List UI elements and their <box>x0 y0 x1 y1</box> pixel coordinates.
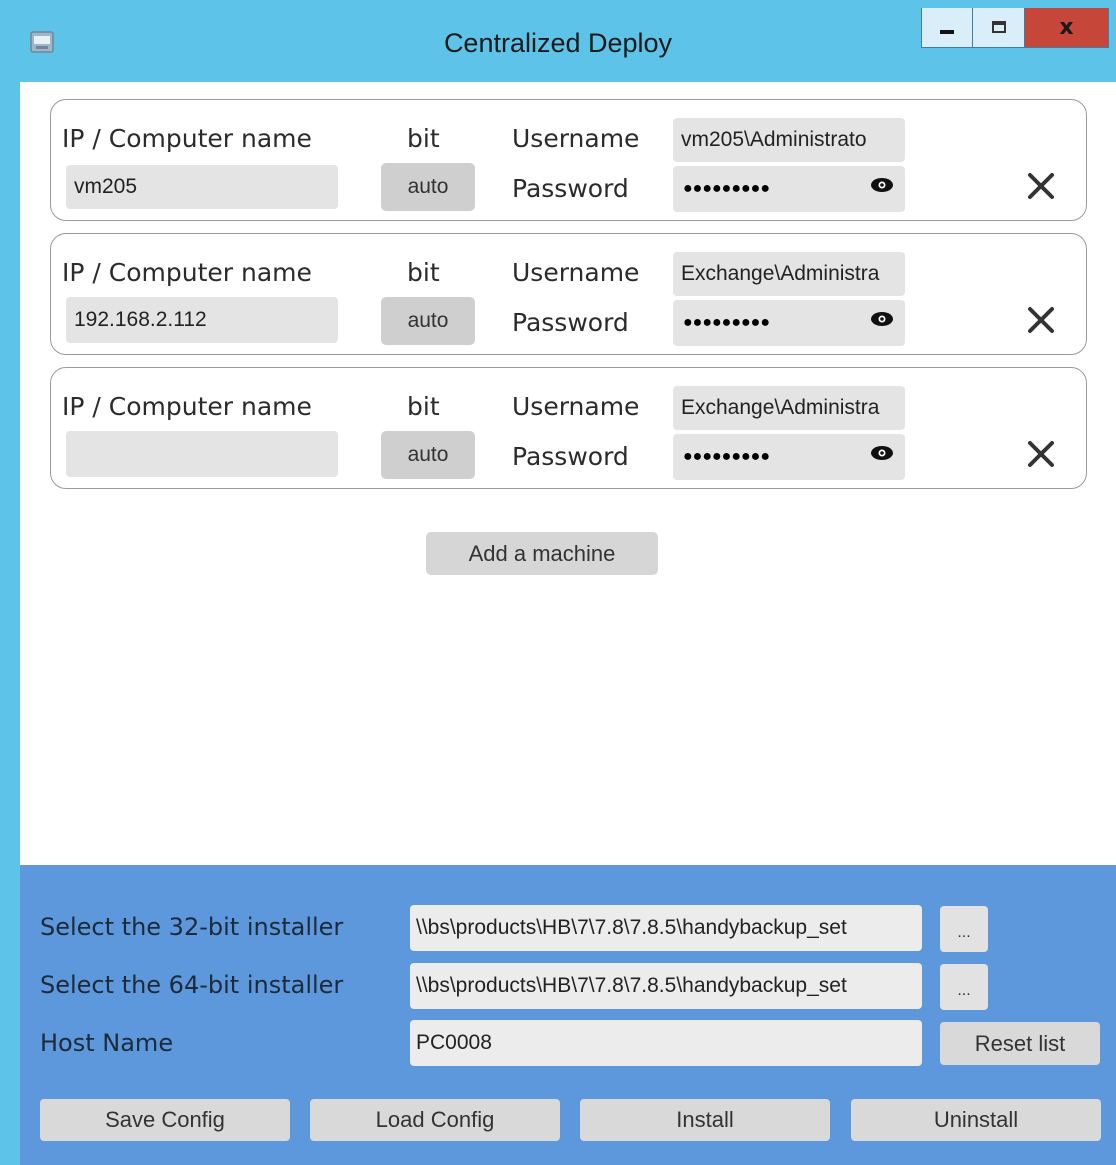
host-name-label: Host Name <box>40 1029 174 1057</box>
machine-card: IP / Computer name bit auto Username Exc… <box>50 367 1087 489</box>
ip-label: IP / Computer name <box>62 124 312 153</box>
close-icon: x <box>1059 15 1074 40</box>
installer32-label: Select the 32-bit installer <box>40 913 344 941</box>
installer32-browse-button[interactable]: ... <box>940 906 988 952</box>
remove-machine-icon[interactable] <box>1026 171 1056 201</box>
installer64-path-input[interactable]: \\bs\products\HB\7\7.8\7.8.5\handybackup… <box>410 963 922 1009</box>
ip-input[interactable]: 192.168.2.112 <box>66 297 338 343</box>
password-input[interactable]: ●●●●●●●●● <box>673 434 905 480</box>
minimize-icon <box>940 29 954 34</box>
machine-card: IP / Computer name vm205 bit auto Userna… <box>50 99 1087 221</box>
password-input[interactable]: ●●●●●●●●● <box>673 300 905 346</box>
close-button[interactable]: x <box>1025 8 1109 48</box>
password-label: Password <box>512 174 629 203</box>
install-button[interactable]: Install <box>580 1099 830 1141</box>
ip-label: IP / Computer name <box>62 392 312 421</box>
save-config-button[interactable]: Save Config <box>40 1099 290 1141</box>
password-label: Password <box>512 442 629 471</box>
username-label: Username <box>512 392 640 421</box>
password-mask: ●●●●●●●●● <box>683 448 770 465</box>
reset-list-button[interactable]: Reset list <box>940 1022 1100 1065</box>
app-window: Centralized Deploy x IP / Computer name … <box>0 0 1116 1165</box>
bit-label: bit <box>407 392 440 421</box>
password-mask: ●●●●●●●●● <box>683 314 770 331</box>
machine-card: IP / Computer name 192.168.2.112 bit aut… <box>50 233 1087 355</box>
ip-input[interactable] <box>66 431 338 477</box>
bit-select[interactable]: auto <box>381 431 475 479</box>
username-input[interactable]: Exchange\Administra <box>673 386 905 430</box>
host-name-input[interactable]: PC0008 <box>410 1020 922 1066</box>
maximize-button[interactable] <box>973 8 1025 48</box>
password-label: Password <box>512 308 629 337</box>
username-input[interactable]: vm205\Administrato <box>673 118 905 162</box>
ip-input[interactable]: vm205 <box>66 165 338 209</box>
bit-label: bit <box>407 124 440 153</box>
installer32-path-input[interactable]: \\bs\products\HB\7\7.8\7.8.5\handybackup… <box>410 905 922 951</box>
ip-label: IP / Computer name <box>62 258 312 287</box>
password-mask: ●●●●●●●●● <box>683 180 770 197</box>
bit-label: bit <box>407 258 440 287</box>
installer64-browse-button[interactable]: ... <box>940 964 988 1010</box>
remove-machine-icon[interactable] <box>1026 305 1056 335</box>
uninstall-button[interactable]: Uninstall <box>851 1099 1101 1141</box>
add-machine-button[interactable]: Add a machine <box>426 532 658 575</box>
installer-settings-panel: Select the 32-bit installer \\bs\product… <box>20 865 1116 1165</box>
remove-machine-icon[interactable] <box>1026 439 1056 469</box>
eye-icon[interactable] <box>869 444 895 462</box>
bit-select[interactable]: auto <box>381 297 475 345</box>
username-label: Username <box>512 258 640 287</box>
eye-icon[interactable] <box>869 310 895 328</box>
bit-select[interactable]: auto <box>381 163 475 211</box>
username-input[interactable]: Exchange\Administra <box>673 252 905 296</box>
installer64-label: Select the 64-bit installer <box>40 971 344 999</box>
password-input[interactable]: ●●●●●●●●● <box>673 166 905 212</box>
minimize-button[interactable] <box>921 8 973 48</box>
username-label: Username <box>512 124 640 153</box>
maximize-icon <box>991 20 1006 33</box>
load-config-button[interactable]: Load Config <box>310 1099 560 1141</box>
title-bar[interactable]: Centralized Deploy x <box>0 0 1116 82</box>
eye-icon[interactable] <box>869 176 895 194</box>
